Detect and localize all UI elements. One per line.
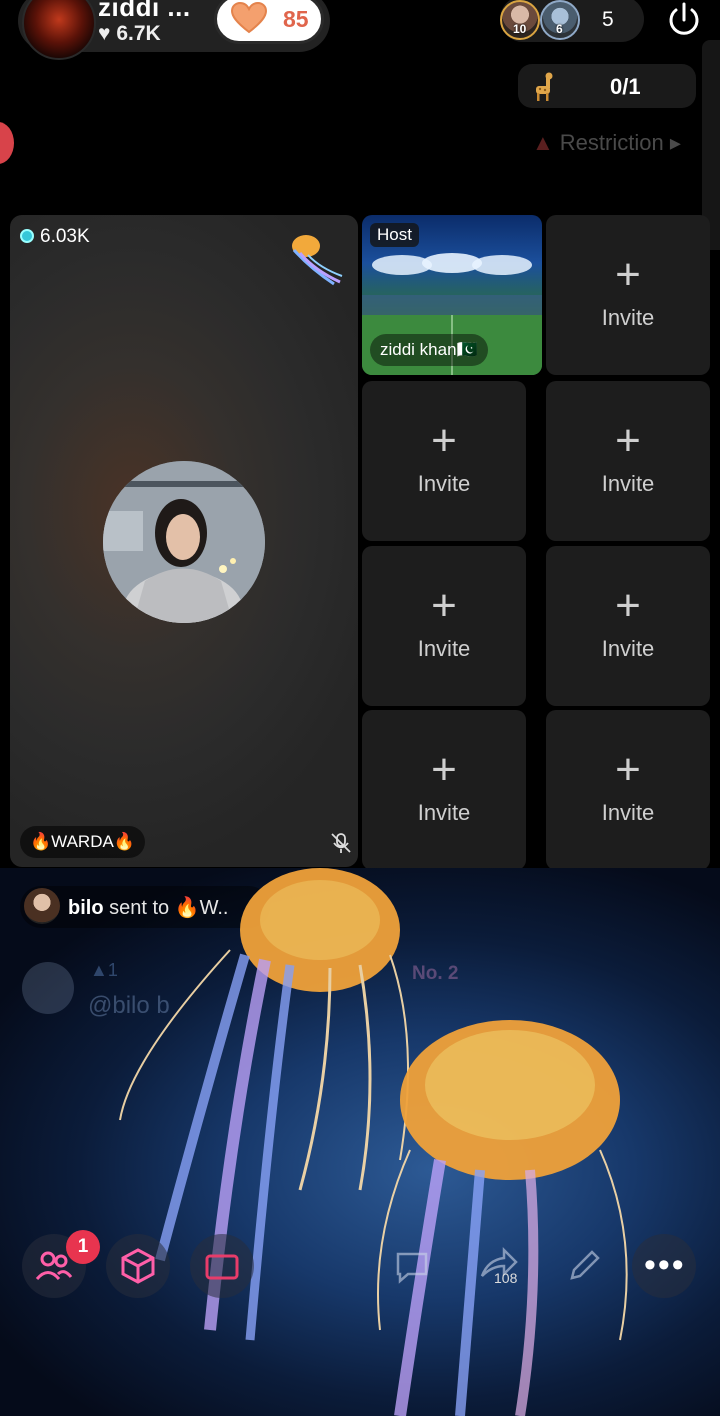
invite-label: Invite [601,305,655,330]
share-button[interactable] [466,1234,530,1298]
seat-user-name: 🔥WARDA🔥 [20,826,145,858]
viewer-level-badge-1: 10 [513,22,527,36]
invite-label: Invite [601,800,655,825]
chevron-right-icon: ▸ [669,130,681,155]
plus-icon: + [615,416,641,465]
orange-heart-icon [230,2,268,34]
share-count: 108 [494,1270,518,1286]
seat-user-avatar[interactable] [103,461,265,623]
invite-seat-7[interactable]: + Invite [546,710,710,870]
host-name: ziddi ... [98,0,191,22]
seat-coins: 6.03K [20,226,90,248]
cube-icon [121,1248,155,1284]
restriction-link[interactable]: ▲ Restriction ▸ [532,130,681,156]
gift-animation-background [0,868,720,1416]
user-photo [103,461,265,623]
restriction-label: Restriction [559,130,664,155]
invite-label: Invite [417,471,471,496]
more-icon: ••• [644,1246,686,1284]
coin-icon [20,229,34,243]
invite-seat-6[interactable]: + Invite [362,710,526,870]
notification-badge: 1 [66,1230,100,1264]
invite-seat-1[interactable]: + Invite [546,215,710,375]
follow-count: 85 [283,6,309,32]
chat-sender-avatar[interactable] [24,888,60,924]
plus-icon: + [431,416,457,465]
invite-label: Invite [417,636,471,661]
plus-icon: + [431,745,457,794]
gift-goal-count: 0/1 [610,74,641,99]
plus-icon: + [615,250,641,299]
invite-label: Invite [601,636,655,661]
games-button[interactable] [190,1234,254,1298]
invite-label: Invite [417,800,471,825]
host-seat-name: ziddi khan🇵🇰 [370,334,488,366]
chat-icon [396,1252,428,1284]
plus-icon: + [615,745,641,794]
plus-icon: + [615,581,641,630]
chat-ghost-rank: No. 2 [412,963,459,984]
host-tag: Host [370,223,419,247]
side-notification-dot[interactable] [0,122,14,164]
mic-muted-icon [331,833,351,853]
chat-message-text: sent to 🔥W.. [103,897,229,919]
viewer-level-badge-2: 6 [556,22,563,36]
chat-sender-name: bilo [68,897,104,919]
heart-icon: ♥ [98,22,111,45]
chat-button[interactable] [380,1234,444,1298]
giraffe-icon [536,72,553,101]
gift-message: bilo sent to 🔥W.. [68,895,229,920]
invite-seat-5[interactable]: + Invite [546,546,710,706]
plus-icon: + [431,581,457,630]
invite-seat-3[interactable]: + Invite [546,381,710,541]
invite-seat-2[interactable]: + Invite [362,381,526,541]
host-likes: ♥ 6.7K [98,22,161,46]
game-icon [205,1254,239,1280]
invite-label: Invite [601,471,655,496]
viewer-count: 5 [602,8,614,31]
box-button[interactable] [106,1234,170,1298]
host-likes-count: 6.7K [116,22,161,45]
power-icon[interactable] [664,0,704,40]
invite-seat-4[interactable]: + Invite [362,546,526,706]
warning-icon: ▲ [532,130,554,155]
chat-ghost-handle: @bilo b [88,992,170,1019]
pencil-icon [570,1250,600,1280]
pencil-button[interactable] [552,1234,616,1298]
chat-ghost-avatar [22,962,74,1014]
chat-ghost-level: ▲1 [90,960,118,980]
jellyfish-effect-icon [292,235,343,286]
seat-coins-value: 6.03K [40,226,90,247]
